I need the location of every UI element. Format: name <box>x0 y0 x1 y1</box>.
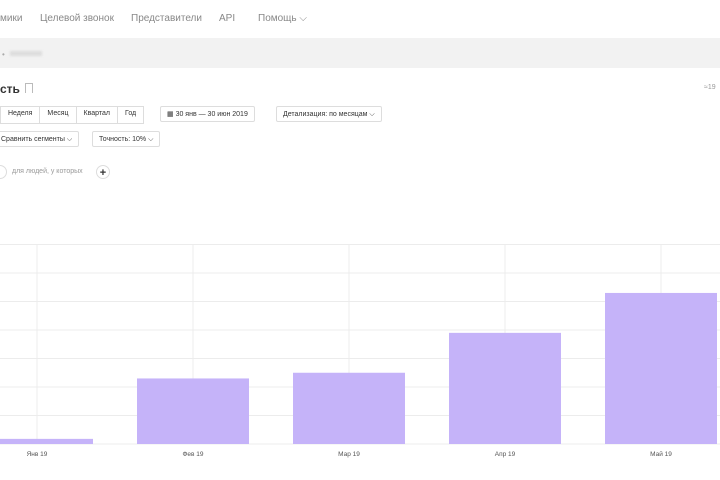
nav-item-help[interactable]: Помощь ⌵ <box>258 13 307 24</box>
breadcrumb: • <box>0 38 720 68</box>
date-range-button[interactable]: ▦ 30 янв — 30 июн 2019 <box>160 106 255 122</box>
detail-dropdown[interactable]: Детализация: по месяцам ⌵ <box>276 106 382 122</box>
filter-text: для людей, у которых <box>12 168 83 175</box>
nav-item-target-call[interactable]: Целевой звонок <box>40 13 114 24</box>
bar-2 <box>293 372 405 444</box>
period-month[interactable]: Месяц <box>39 107 75 123</box>
period-quarter[interactable]: Квартал <box>75 107 117 123</box>
x-tick-label: Апр 19 <box>495 451 516 458</box>
bar-3 <box>449 332 561 444</box>
bar-0 <box>0 438 93 444</box>
page-title: сть <box>0 82 20 96</box>
add-filter-button[interactable]: + <box>96 165 110 179</box>
compare-segments-dropdown[interactable]: Сравнить сегменты ⌵ <box>0 131 80 147</box>
filter-left-button[interactable] <box>0 165 7 179</box>
accuracy-dropdown[interactable]: Точность: 10% ⌵ <box>92 131 161 147</box>
period-week[interactable]: Неделя <box>0 107 39 123</box>
bar-4 <box>605 292 717 444</box>
top-nav: мики Целевой звонок Представители API По… <box>0 0 720 38</box>
nav-item-api[interactable]: API <box>219 13 235 24</box>
x-tick-label: Май 19 <box>650 450 672 458</box>
x-tick-label: Мар 19 <box>338 451 360 458</box>
bar-chart: Янв 19 Фев 19 Мар 19 Апр 19 Май 19 <box>0 244 720 458</box>
breadcrumb-blurred[interactable] <box>10 51 42 56</box>
nav-item-representatives[interactable]: Представители <box>131 13 202 24</box>
breadcrumb-separator: • <box>2 50 5 59</box>
bar-1 <box>137 378 249 444</box>
period-selector: Неделя Месяц Квартал Год <box>0 106 145 124</box>
x-tick-label: Фев 19 <box>182 451 203 458</box>
nav-item[interactable]: мики <box>0 13 22 24</box>
header-right-text: ≈19 <box>704 84 716 91</box>
bookmark-icon[interactable] <box>25 83 33 93</box>
calendar-icon: ▦ <box>167 111 176 118</box>
x-tick-label: Янв 19 <box>27 451 48 458</box>
date-range-label: 30 янв — 30 июн 2019 <box>175 111 248 118</box>
period-year[interactable]: Год <box>117 107 143 123</box>
